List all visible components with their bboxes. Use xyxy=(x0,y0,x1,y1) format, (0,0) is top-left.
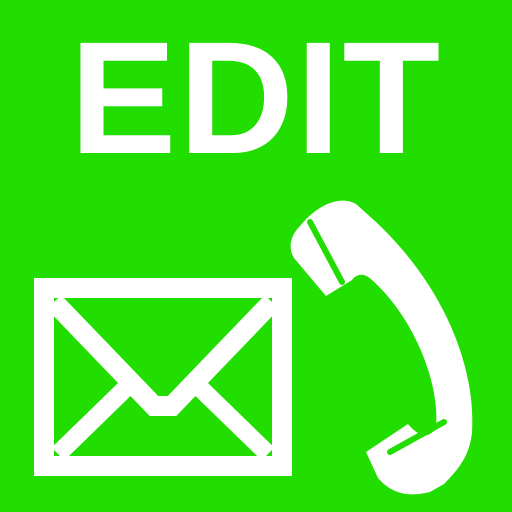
edit-contact-icon[interactable]: EDIT xyxy=(0,0,512,512)
edit-title: EDIT xyxy=(69,8,443,187)
phone-handset-icon xyxy=(280,192,492,498)
envelope-icon xyxy=(34,278,292,476)
